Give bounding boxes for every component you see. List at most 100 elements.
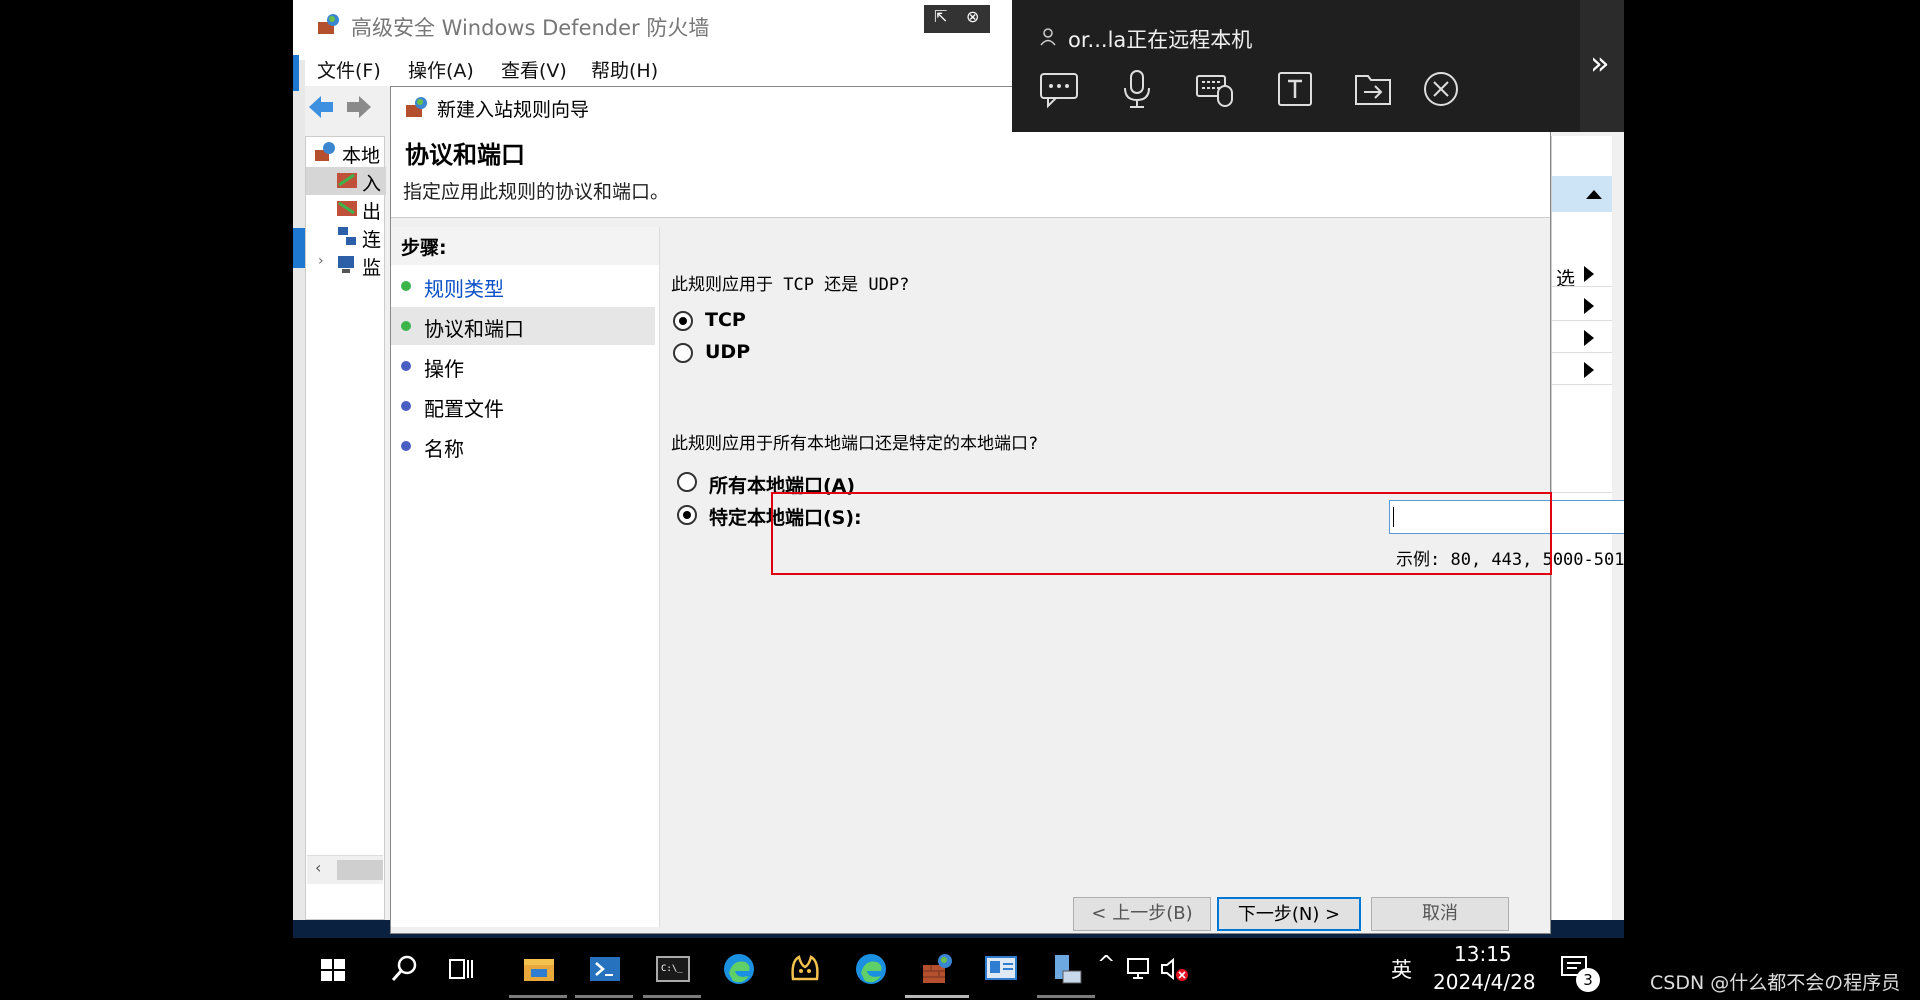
- search-icon[interactable]: [387, 951, 423, 987]
- monitoring-icon: [338, 256, 354, 273]
- next-button[interactable]: 下一步(N) >: [1217, 897, 1361, 931]
- double-chevron-right-icon[interactable]: »: [1590, 44, 1610, 82]
- remote-toolbar-collapse[interactable]: »: [1580, 0, 1624, 132]
- console-tree-pane: 本地 入 出 连 › 监: [305, 136, 386, 920]
- desktop-edge-accent: [293, 55, 299, 91]
- clock-date[interactable]: 2024/4/28: [1433, 970, 1536, 994]
- tree-label: 出: [362, 201, 382, 223]
- tree-item-local[interactable]: 本地: [306, 139, 386, 167]
- radio-all-ports[interactable]: [677, 472, 697, 492]
- cancel-button[interactable]: 取消: [1371, 897, 1509, 931]
- step-protocol-ports[interactable]: 协议和端口: [391, 307, 655, 345]
- chat-icon[interactable]: [1038, 68, 1080, 110]
- running-indicator: [643, 995, 701, 998]
- back-button[interactable]: < 上一步(B): [1073, 897, 1211, 931]
- watermark: CSDN @什么都不会の程序员: [1650, 972, 1901, 994]
- running-indicator: [509, 995, 567, 998]
- actions-pane-header[interactable]: [1552, 176, 1612, 212]
- step-status-dot-icon: [401, 441, 411, 451]
- remote-status-text: or...la正在远程本机: [1068, 28, 1253, 52]
- radio-tcp[interactable]: [673, 311, 693, 331]
- tree-item-outbound[interactable]: 出: [306, 195, 386, 223]
- menu-file[interactable]: 文件(F): [317, 56, 381, 83]
- network-status-icon[interactable]: [1125, 956, 1153, 982]
- powershell-icon[interactable]: [587, 951, 623, 987]
- step-label: 配置文件: [424, 397, 504, 421]
- ports-question: 此规则应用于所有本地端口还是特定的本地端口?: [671, 434, 1039, 454]
- user-icon: [1040, 28, 1056, 46]
- step-status-dot-icon: [401, 361, 411, 371]
- tree-item-inbound[interactable]: 入: [306, 167, 386, 195]
- step-action: 操作: [391, 347, 655, 385]
- divider: [1552, 286, 1612, 287]
- tree-label: 本地: [342, 145, 381, 167]
- menu-help[interactable]: 帮助(H): [591, 56, 658, 83]
- keyboard-mouse-icon[interactable]: [1194, 68, 1236, 110]
- steps-header: 步骤:: [391, 227, 659, 265]
- scroll-left-icon[interactable]: ‹: [315, 858, 321, 877]
- tree-item-monitor[interactable]: › 监: [306, 251, 386, 279]
- navicat-icon[interactable]: [787, 951, 823, 987]
- edge-browser-icon[interactable]: [721, 951, 757, 987]
- step-rule-type[interactable]: 规则类型: [391, 267, 655, 305]
- back-arrow-icon[interactable]: [307, 94, 335, 120]
- network-computer-icon[interactable]: [1049, 951, 1085, 987]
- step-label: 协议和端口: [424, 317, 524, 341]
- show-hidden-icons-icon[interactable]: ^: [1097, 952, 1115, 977]
- radio-tcp-label[interactable]: TCP: [705, 309, 746, 331]
- firewall-app-icon: [318, 14, 339, 34]
- submenu-arrow-icon[interactable]: [1584, 266, 1594, 282]
- microphone-icon[interactable]: [1116, 68, 1158, 110]
- text-input-icon[interactable]: [1274, 68, 1316, 110]
- radio-udp[interactable]: [673, 343, 693, 363]
- protocol-question: 此规则应用于 TCP 还是 UDP?: [671, 275, 910, 295]
- windows-start-icon[interactable]: [315, 951, 351, 987]
- remote-desktop-view: 高级安全 Windows Defender 防火墙 文件(F) 操作(A) 查看…: [293, 0, 1624, 1000]
- close-circle-icon[interactable]: ⊗: [966, 7, 979, 26]
- file-transfer-icon[interactable]: [1352, 68, 1394, 110]
- task-view-icon[interactable]: [443, 951, 479, 987]
- menu-action[interactable]: 操作(A): [408, 56, 474, 83]
- desktop-edge-accent: [293, 228, 305, 268]
- pin-icon[interactable]: ⇱: [934, 7, 947, 26]
- firewall-app-icon[interactable]: [919, 951, 955, 987]
- command-prompt-icon[interactable]: C:\_: [655, 951, 691, 987]
- divider: [1552, 384, 1612, 385]
- radio-specific-ports[interactable]: [677, 505, 697, 525]
- disconnect-icon[interactable]: [1420, 68, 1462, 110]
- tree-item-connection[interactable]: 连: [306, 223, 386, 251]
- divider: [1552, 492, 1612, 493]
- step-status-dot-icon: [401, 401, 411, 411]
- clock-time[interactable]: 13:15: [1454, 942, 1512, 966]
- file-explorer-icon[interactable]: [521, 951, 557, 987]
- step-status-dot-icon: [401, 281, 411, 291]
- scroll-thumb[interactable]: [337, 860, 383, 880]
- divider: [1552, 352, 1612, 353]
- menu-view[interactable]: 查看(V): [501, 56, 567, 83]
- collapse-up-icon[interactable]: [1586, 190, 1602, 199]
- step-status-dot-icon: [401, 321, 411, 331]
- steps-title: 步骤:: [401, 237, 447, 259]
- step-label: 名称: [424, 437, 464, 461]
- submenu-arrow-icon[interactable]: [1584, 330, 1594, 346]
- inbound-rules-icon: [337, 173, 357, 188]
- submenu-arrow-icon[interactable]: [1584, 298, 1594, 314]
- server-manager-icon[interactable]: [983, 951, 1019, 987]
- volume-muted-icon[interactable]: [1159, 956, 1189, 982]
- radio-udp-label[interactable]: UDP: [705, 341, 750, 363]
- firewall-app-icon: [406, 97, 427, 117]
- expand-chevron-icon[interactable]: ›: [318, 253, 324, 269]
- divider: [1552, 320, 1612, 321]
- window-mini-controls: ⇱ ⊗: [924, 5, 990, 33]
- page-title: 协议和端口: [405, 141, 525, 169]
- console-toolbar: [305, 88, 385, 128]
- forward-arrow-icon[interactable]: [345, 94, 373, 120]
- step-name: 名称: [391, 427, 655, 465]
- tree-label: 监: [362, 257, 382, 279]
- tree-label: 连: [362, 229, 382, 251]
- tree-horizontal-scrollbar[interactable]: ‹: [307, 855, 383, 884]
- edge-browser-icon[interactable]: [853, 951, 889, 987]
- submenu-arrow-icon[interactable]: [1584, 362, 1594, 378]
- input-method-indicator[interactable]: 英: [1391, 954, 1412, 984]
- remote-session-toolbar: or...la正在远程本机: [1012, 0, 1580, 132]
